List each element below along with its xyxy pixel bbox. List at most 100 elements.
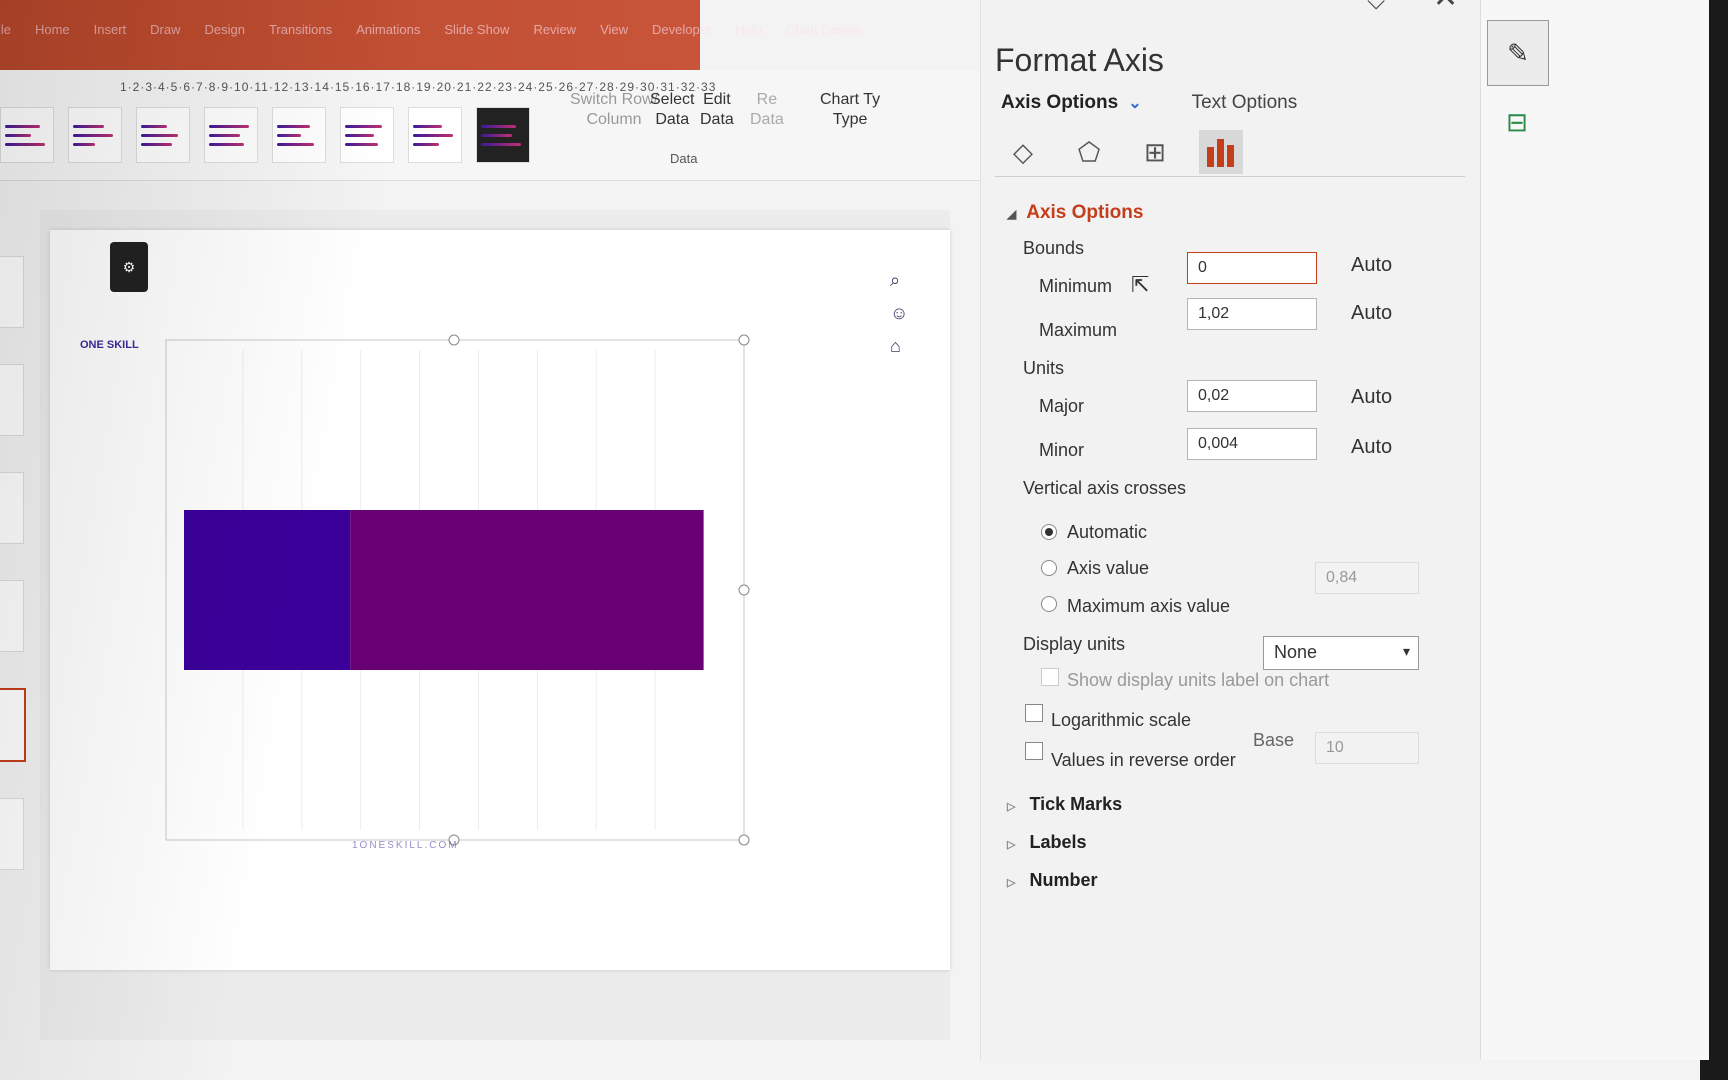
resize-handle[interactable] — [738, 334, 750, 346]
title-bar: File Home Insert Draw Design Transitions… — [0, 0, 862, 70]
format-axis-pane: Format Axis ⌵ ✕ Axis Options ⌄ Text Optio… — [980, 0, 1481, 1060]
minimum-auto-button[interactable]: Auto — [1351, 254, 1392, 277]
website-caption: 1ONESKILL.COM — [352, 840, 459, 851]
chart-style-7[interactable] — [408, 107, 462, 163]
tab-insert[interactable]: Insert — [94, 22, 127, 37]
bars — [184, 510, 704, 670]
chart-style-2[interactable] — [68, 107, 122, 163]
base-input[interactable] — [1315, 732, 1419, 764]
values-reverse-order-label[interactable]: Values in reverse order — [1051, 750, 1236, 771]
tab-axis-options[interactable]: Axis Options ⌄ — [1001, 92, 1142, 114]
refresh-label-2: Data — [750, 111, 784, 128]
chart-style-6[interactable] — [340, 107, 394, 163]
format-pane-icon[interactable]: ✎ — [1487, 20, 1549, 86]
edit-label-2: Data — [700, 111, 734, 128]
chart-style-5[interactable] — [272, 107, 326, 163]
slide-thumbnail[interactable] — [0, 256, 24, 328]
tab-review[interactable]: Review — [533, 22, 576, 37]
values-reverse-order-checkbox[interactable] — [1025, 742, 1043, 760]
labels-section[interactable]: ▷ Labels — [1007, 832, 1087, 853]
fill-line-icon[interactable]: ◇ — [1001, 130, 1045, 174]
major-auto-button[interactable]: Auto — [1351, 386, 1392, 409]
tab-file[interactable]: File — [0, 22, 11, 37]
close-icon[interactable]: ✕ — [1433, 0, 1458, 15]
mouse-cursor-icon: ⇱ — [1131, 272, 1150, 297]
chart-style-4[interactable] — [204, 107, 258, 163]
tab-transitions[interactable]: Transitions — [269, 22, 332, 37]
app-frame: File Home Insert Draw Design Transitions… — [0, 0, 1709, 1080]
axis-value-radio-label[interactable]: Axis value — [1067, 558, 1149, 579]
slide-thumbnail[interactable] — [0, 364, 24, 436]
axis-options-icon[interactable] — [1199, 130, 1243, 174]
chart-style-1[interactable] — [0, 107, 54, 163]
chevron-down-icon[interactable]: ⌵ — [1367, 0, 1385, 16]
effects-icon[interactable]: ⬠ — [1067, 130, 1111, 174]
resize-handle[interactable] — [738, 834, 750, 846]
logarithmic-scale-checkbox[interactable] — [1025, 704, 1043, 722]
show-display-units-label[interactable]: Show display units label on chart — [1067, 670, 1329, 691]
maximum-axis-value-radio[interactable] — [1041, 596, 1057, 612]
show-display-units-checkbox[interactable] — [1041, 668, 1059, 686]
bar-segment-1[interactable] — [184, 510, 351, 670]
slide-canvas: ⚙ ONE SKILL ⌕ ☺ ⌂ 1ONESKILL.COM — [40, 210, 950, 1040]
slide-thumbnail[interactable] — [0, 472, 24, 544]
tab-developer[interactable]: Developer — [652, 22, 711, 37]
bar-segment-2[interactable] — [350, 510, 704, 670]
tab-slide-show[interactable]: Slide Show — [444, 22, 509, 37]
one-skill-logo: ONE SKILL — [80, 339, 139, 351]
tab-home[interactable]: Home — [35, 22, 70, 37]
powerpoint-window: File Home Insert Draw Design Transitions… — [0, 0, 1728, 1080]
tab-text-options[interactable]: Text Options — [1192, 92, 1298, 114]
home-icon[interactable]: ⌂ — [890, 336, 908, 357]
slide-thumbnail[interactable] — [0, 798, 24, 870]
size-properties-icon[interactable]: ⊞ — [1133, 130, 1177, 174]
chart-elements-icon[interactable]: ⊟ — [1487, 90, 1547, 154]
axis-options-section-header[interactable]: ◢ Axis Options — [1007, 202, 1143, 224]
axis-value-radio[interactable] — [1041, 560, 1057, 576]
minor-auto-button[interactable]: Auto — [1351, 436, 1392, 459]
slide-thumbnail[interactable] — [0, 580, 24, 652]
resize-handle[interactable] — [738, 584, 750, 596]
tab-help[interactable]: Help — [735, 22, 762, 37]
major-input[interactable] — [1187, 380, 1317, 412]
automatic-radio[interactable] — [1041, 524, 1057, 540]
display-units-select[interactable]: None ▾ — [1263, 636, 1419, 670]
minor-input[interactable] — [1187, 428, 1317, 460]
chart-style-8[interactable] — [476, 107, 530, 163]
bar-chart-icon — [1207, 139, 1234, 167]
tab-draw[interactable]: Draw — [150, 22, 180, 37]
display-units-value: None — [1274, 642, 1318, 662]
chevron-down-icon: ▾ — [1402, 643, 1410, 659]
expand-triangle-icon: ▷ — [1007, 839, 1016, 851]
number-section[interactable]: ▷ Number — [1007, 870, 1097, 891]
horizontal-ruler: 1·2·3·4·5·6·7·8·9·10·11·12·13·14·15·16·1… — [120, 80, 717, 94]
maximum-axis-value-radio-label[interactable]: Maximum axis value — [1067, 596, 1230, 617]
chart-area[interactable] — [154, 320, 754, 860]
search-icon[interactable]: ⌕ — [890, 270, 908, 291]
tab-design[interactable]: Design — [205, 22, 245, 37]
units-label: Units — [1023, 358, 1065, 378]
minimum-input[interactable] — [1187, 252, 1317, 284]
bar-chart[interactable] — [154, 320, 754, 860]
axis-value-input[interactable] — [1315, 562, 1419, 594]
person-icon[interactable]: ☺ — [890, 303, 908, 324]
number-label: Number — [1029, 870, 1098, 890]
chart-style-3[interactable] — [136, 107, 190, 163]
resize-handle[interactable] — [448, 334, 460, 346]
tick-marks-label: Tick Marks — [1029, 794, 1123, 814]
tab-view[interactable]: View — [600, 22, 628, 37]
slide-thumbnails — [0, 220, 26, 1000]
logarithmic-scale-label[interactable]: Logarithmic scale — [1051, 710, 1191, 731]
tick-marks-section[interactable]: ▷ Tick Marks — [1007, 794, 1122, 815]
automatic-radio-label[interactable]: Automatic — [1067, 522, 1147, 543]
ribbon-tabs: File Home Insert Draw Design Transitions… — [0, 22, 862, 37]
slide-thumbnail-active[interactable] — [0, 688, 26, 762]
chevron-down-icon[interactable]: ⌄ — [1128, 95, 1141, 112]
major-label: Major — [1039, 396, 1085, 416]
tab-animations[interactable]: Animations — [356, 22, 420, 37]
switch-label-2: Column — [586, 111, 642, 128]
maximum-input[interactable] — [1187, 298, 1317, 330]
maximum-auto-button[interactable]: Auto — [1351, 302, 1392, 325]
tab-chart-design[interactable]: Chart Design — [786, 22, 862, 37]
task-pane-strip: ✎ ⊟ — [1480, 0, 1709, 1060]
